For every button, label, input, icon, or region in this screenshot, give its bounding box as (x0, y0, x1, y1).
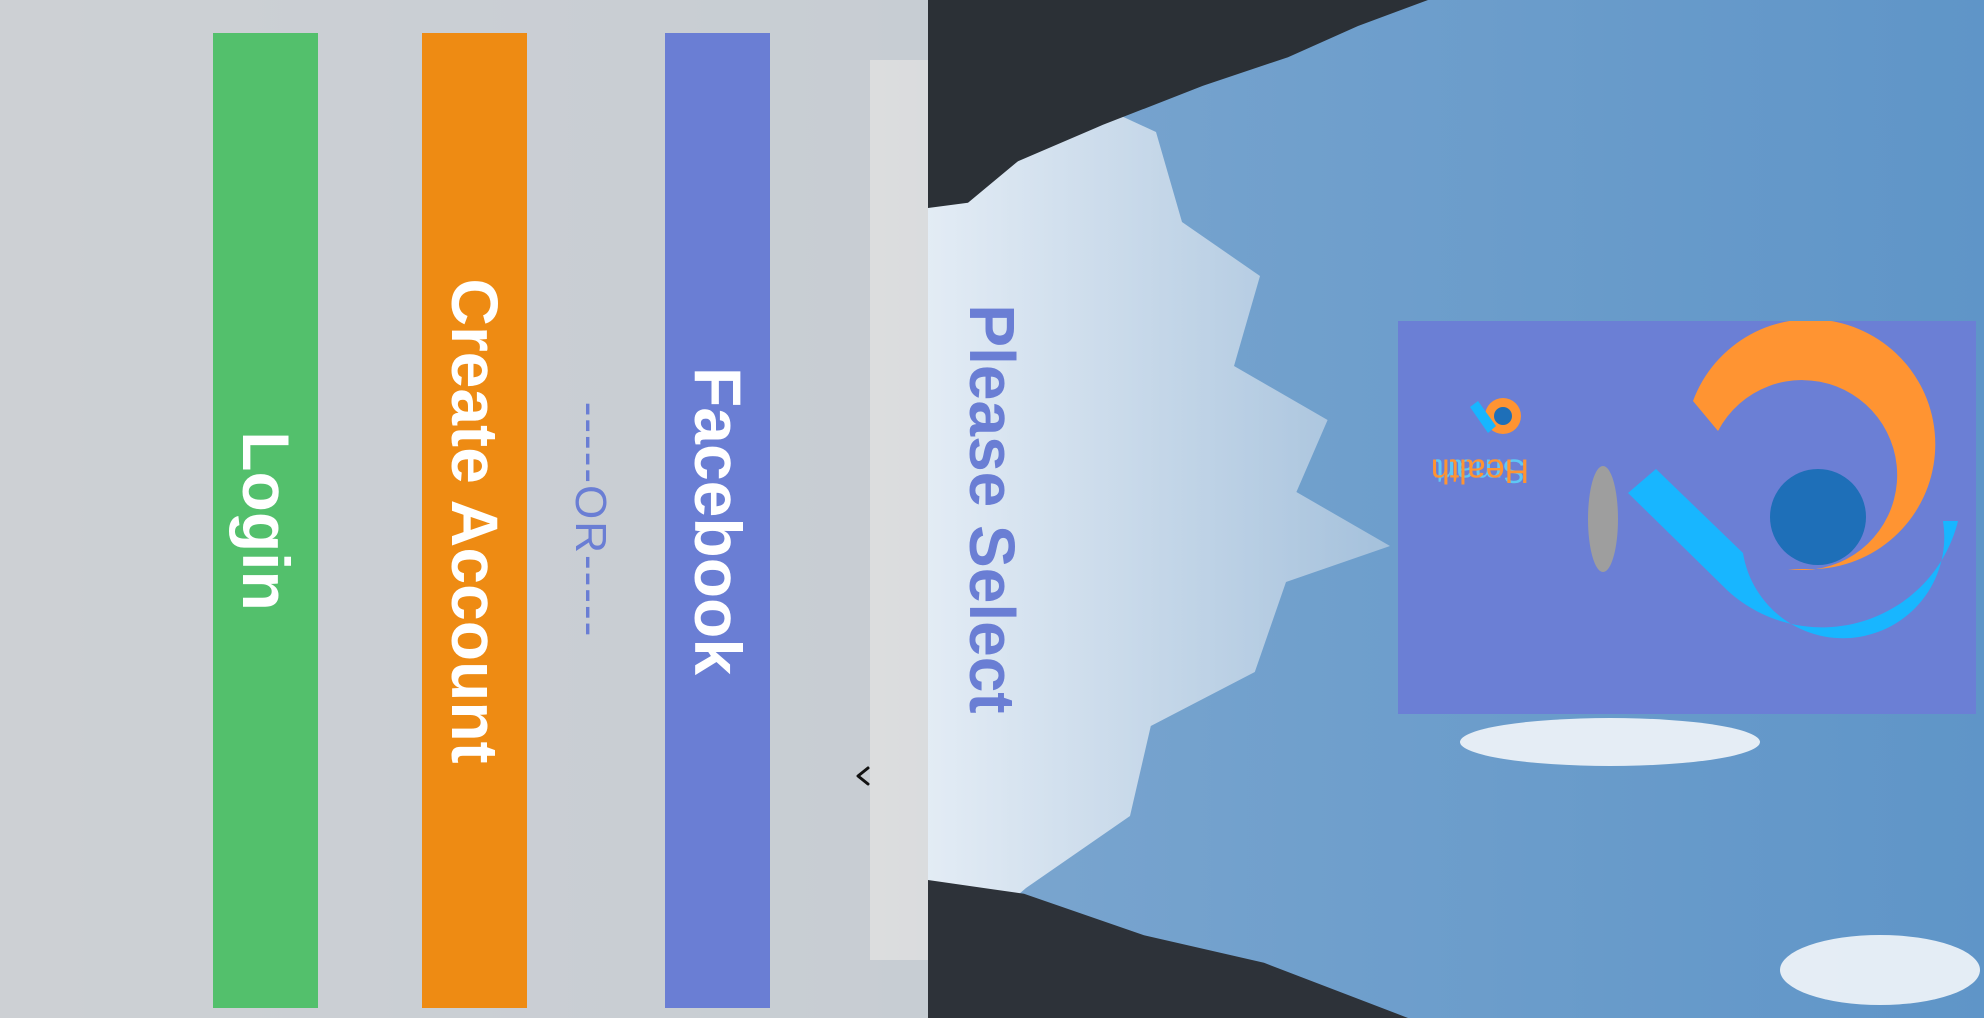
app-name-health: Health (1430, 451, 1530, 490)
login-button[interactable]: Login (213, 33, 318, 1008)
cloud (1460, 718, 1760, 766)
cloud (1780, 935, 1980, 1005)
facebook-button-label: Facebook (680, 366, 755, 675)
facebook-button[interactable]: Facebook (665, 33, 770, 1008)
page-title-text: Please Select (956, 304, 1028, 714)
create-account-button[interactable]: Create Account (422, 33, 527, 1008)
create-account-button-label: Create Account (437, 277, 512, 764)
or-divider-text: -----OR----- (566, 401, 615, 639)
chevron-left-icon[interactable] (848, 762, 876, 790)
app-logo (1398, 321, 1976, 714)
login-button-label: Login (228, 430, 303, 611)
